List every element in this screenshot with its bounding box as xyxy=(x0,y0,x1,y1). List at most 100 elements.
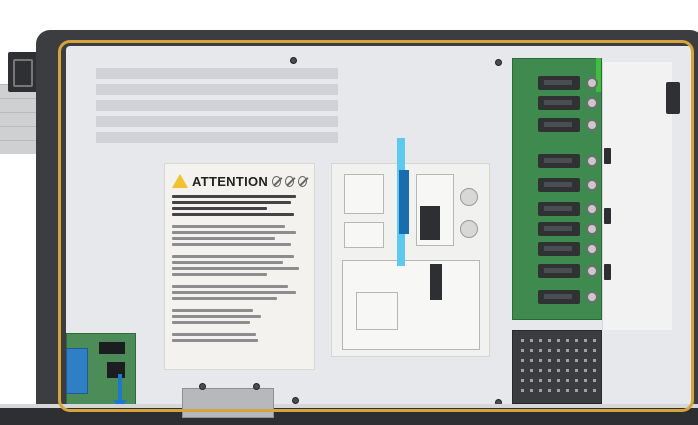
label-text-line xyxy=(172,315,262,318)
pcb-pin xyxy=(548,389,551,392)
pcb-pin xyxy=(548,339,551,342)
right-cover xyxy=(602,62,672,330)
pcb-pin xyxy=(530,349,533,352)
pcb-pin xyxy=(530,369,533,372)
relay xyxy=(538,178,580,192)
pcb-pin xyxy=(539,369,542,372)
pcb-pin xyxy=(530,389,533,392)
pcb-pin xyxy=(548,369,551,372)
pcb-pin xyxy=(557,379,560,382)
pcb-pin xyxy=(539,359,542,362)
pcb-pin xyxy=(566,369,569,372)
pcb-pin xyxy=(566,349,569,352)
label-text-line xyxy=(172,231,297,234)
pcb-pin xyxy=(593,389,596,392)
label-text-line xyxy=(172,225,286,228)
bottom-edge xyxy=(0,404,698,425)
lower-circuit-board xyxy=(512,330,602,404)
screw-terminal xyxy=(586,243,598,255)
cable-routing-highlight-core xyxy=(399,170,409,234)
pcb-pin xyxy=(521,359,524,362)
relay xyxy=(538,290,580,304)
cover-clip xyxy=(604,208,611,224)
attention-header: ATTENTION xyxy=(172,170,307,192)
screw-icon xyxy=(253,383,260,390)
pcb-pin xyxy=(584,359,587,362)
right-latch xyxy=(666,82,680,114)
blue-terminal-block xyxy=(66,348,88,394)
relay xyxy=(538,202,580,216)
pcb-pin xyxy=(566,379,569,382)
pcb-pin xyxy=(593,379,596,382)
prohibition-icon xyxy=(285,175,295,187)
label-text-line xyxy=(172,267,299,270)
connector-chip xyxy=(99,342,125,354)
mounting-rail xyxy=(0,140,36,154)
pcb-pin xyxy=(521,369,524,372)
diagram-component xyxy=(430,264,442,300)
screw-terminal xyxy=(586,291,598,303)
screw-terminal xyxy=(586,77,598,89)
pcb-pin xyxy=(593,359,596,362)
pcb-pin xyxy=(593,339,596,342)
mounting-rail xyxy=(0,98,36,112)
diagram-box xyxy=(344,222,384,248)
pcb-pin xyxy=(521,339,524,342)
pcb-pin xyxy=(557,389,560,392)
pcb-pin xyxy=(575,359,578,362)
pcb-pin xyxy=(575,379,578,382)
screw-terminal xyxy=(586,223,598,235)
cover-clip xyxy=(604,264,611,280)
label-text-line xyxy=(172,309,253,312)
diagram-component xyxy=(420,206,440,240)
label-text-line xyxy=(172,237,275,240)
pcb-pin xyxy=(593,369,596,372)
relay xyxy=(538,96,580,110)
pcb-pin xyxy=(539,349,542,352)
warning-triangle-icon xyxy=(172,174,188,188)
relay xyxy=(538,222,580,236)
label-text-line xyxy=(172,201,291,204)
pcb-pin xyxy=(557,369,560,372)
vent-slot xyxy=(96,84,338,95)
pcb-pin xyxy=(539,339,542,342)
pcb-pin xyxy=(566,359,569,362)
pcb-pin xyxy=(575,389,578,392)
attention-label: ATTENTION xyxy=(164,163,315,370)
pcb-pin xyxy=(575,369,578,372)
pcb-pin xyxy=(521,349,524,352)
screw-icon xyxy=(290,57,297,64)
prohibition-icon xyxy=(298,175,307,187)
enclosure-illustration: ATTENTION xyxy=(0,0,698,425)
pcb-pin xyxy=(557,349,560,352)
pcb-pin xyxy=(539,379,542,382)
relay xyxy=(538,154,580,168)
label-text-line xyxy=(172,255,294,258)
pcb-pin xyxy=(548,359,551,362)
pcb-pin xyxy=(593,349,596,352)
pcb-pin xyxy=(557,359,560,362)
attention-title: ATTENTION xyxy=(192,173,269,189)
pcb-pin xyxy=(584,379,587,382)
diagram-box xyxy=(356,292,398,330)
pcb-pin xyxy=(584,389,587,392)
relay xyxy=(538,76,580,90)
screw-icon xyxy=(199,383,206,390)
pcb-pin xyxy=(566,389,569,392)
pcb-pin xyxy=(584,369,587,372)
pcb-pin xyxy=(548,379,551,382)
screw-terminal xyxy=(586,203,598,215)
vent-slot xyxy=(96,100,338,111)
pcb-pin xyxy=(575,339,578,342)
screw-terminal xyxy=(586,265,598,277)
mounting-rail xyxy=(0,126,36,140)
pcb-pin xyxy=(566,339,569,342)
pcb-pin xyxy=(557,339,560,342)
screw-icon xyxy=(292,397,299,404)
label-text-line xyxy=(172,285,289,288)
label-text-line xyxy=(172,339,259,342)
label-text-line xyxy=(172,333,256,336)
label-text-line xyxy=(172,291,297,294)
cover-clip xyxy=(604,148,611,164)
label-text-line xyxy=(172,207,267,210)
